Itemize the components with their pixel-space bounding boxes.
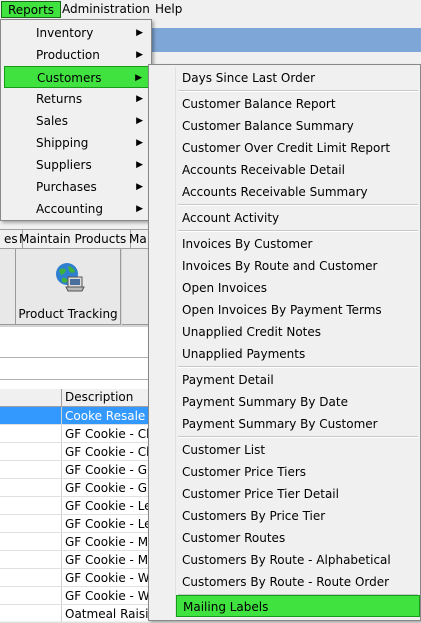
submenu-arrow-icon: ▶: [136, 50, 143, 60]
report-customer-over-credit-limit[interactable]: Customer Over Credit Limit Report: [176, 137, 420, 159]
globe-computer-icon: [56, 263, 85, 292]
toolbar-tile-partial[interactable]: [0, 249, 16, 325]
report-unapplied-payments[interactable]: Unapplied Payments: [176, 343, 420, 365]
table-row[interactable]: Oatmeal Raisin: [0, 605, 150, 623]
reports-dropdown: Inventory ▶ Production ▶ Customers ▶ Return…: [0, 19, 152, 221]
report-customer-balance-report[interactable]: Customer Balance Report: [176, 93, 420, 115]
menu-item-shipping[interactable]: Shipping ▶: [4, 132, 149, 154]
report-unapplied-credit-notes[interactable]: Unapplied Credit Notes: [176, 321, 420, 343]
table-row[interactable]: GF Cookie - Le: [0, 515, 150, 533]
submenu-arrow-icon: ▶: [136, 182, 143, 192]
report-open-invoices[interactable]: Open Invoices: [176, 277, 420, 299]
menu-administration[interactable]: Administration: [56, 1, 156, 18]
table-row[interactable]: Cooke Resale: [0, 407, 150, 425]
submenu-arrow-icon: ▶: [136, 138, 143, 148]
menu-item-purchases[interactable]: Purchases ▶: [4, 176, 149, 198]
report-days-since-last-order[interactable]: Days Since Last Order: [176, 67, 420, 89]
menu-item-production[interactable]: Production ▶: [4, 44, 149, 66]
menu-reports[interactable]: Reports: [1, 1, 62, 18]
grid-header-code[interactable]: [0, 389, 62, 406]
report-customers-by-route-route-order[interactable]: Customers By Route - Route Order: [176, 571, 420, 593]
menu-item-customers[interactable]: Customers ▶: [4, 66, 149, 88]
report-mailing-labels[interactable]: Mailing Labels: [176, 595, 420, 617]
customers-submenu: Days Since Last Order Customer Balance R…: [148, 64, 421, 621]
product-tracking-button[interactable]: Product Tracking: [16, 249, 121, 325]
table-row[interactable]: GF Cookie - Gi: [0, 461, 150, 479]
submenu-arrow-icon: ▶: [136, 94, 143, 104]
report-customer-routes[interactable]: Customer Routes: [176, 527, 420, 549]
menu-separator: [178, 230, 418, 232]
menu-help[interactable]: Help: [149, 1, 188, 18]
report-accounts-receivable-summary[interactable]: Accounts Receivable Summary: [176, 181, 420, 203]
grid-header: Description: [0, 389, 150, 407]
menu-item-returns[interactable]: Returns ▶: [4, 88, 149, 110]
report-account-activity[interactable]: Account Activity: [176, 207, 420, 229]
submenu-arrow-icon: ▶: [136, 28, 143, 38]
submenu-arrow-icon: ▶: [135, 73, 142, 83]
table-row[interactable]: GF Cookie - Wh: [0, 587, 150, 605]
field-divider: [0, 379, 150, 380]
report-customer-price-tier-detail[interactable]: Customer Price Tier Detail: [176, 483, 420, 505]
menu-separator: [178, 436, 418, 438]
table-row[interactable]: GF Cookie - M&: [0, 533, 150, 551]
table-row[interactable]: GF Cookie - Wh: [0, 569, 150, 587]
table-row[interactable]: GF Cookie - Ch: [0, 443, 150, 461]
report-accounts-receivable-detail[interactable]: Accounts Receivable Detail: [176, 159, 420, 181]
report-invoices-by-customer[interactable]: Invoices By Customer: [176, 233, 420, 255]
menu-bar: Reports Administration Help: [0, 0, 421, 19]
table-row[interactable]: GF Cookie - M&: [0, 551, 150, 569]
field-divider: [0, 357, 150, 358]
submenu-arrow-icon: ▶: [136, 160, 143, 170]
table-row[interactable]: GF Cookie - Ch: [0, 425, 150, 443]
report-customer-list[interactable]: Customer List: [176, 439, 420, 461]
table-row[interactable]: GF Cookie - Le: [0, 497, 150, 515]
report-payment-summary-by-customer[interactable]: Payment Summary By Customer: [176, 413, 420, 435]
table-row[interactable]: GF Cookie - Gi: [0, 479, 150, 497]
submenu-arrow-icon: ▶: [136, 204, 143, 214]
grid-header-description[interactable]: Description: [62, 389, 133, 406]
menu-separator: [178, 366, 418, 368]
report-customers-by-route-alphabetical[interactable]: Customers By Route - Alphabetical: [176, 549, 420, 571]
menu-separator: [178, 90, 418, 92]
report-customer-price-tiers[interactable]: Customer Price Tiers: [176, 461, 420, 483]
menu-separator: [178, 204, 418, 206]
product-tracking-label: Product Tracking: [18, 307, 118, 321]
menu-item-suppliers[interactable]: Suppliers ▶: [4, 154, 149, 176]
menu-item-inventory[interactable]: Inventory ▶: [4, 22, 149, 44]
submenu-arrow-icon: ▶: [136, 116, 143, 126]
report-customer-balance-summary[interactable]: Customer Balance Summary: [176, 115, 420, 137]
menu-item-accounting[interactable]: Accounting ▶: [4, 198, 149, 220]
report-payment-detail[interactable]: Payment Detail: [176, 369, 420, 391]
report-payment-summary-by-date[interactable]: Payment Summary By Date: [176, 391, 420, 413]
report-open-invoices-by-payment-terms[interactable]: Open Invoices By Payment Terms: [176, 299, 420, 321]
report-customers-by-price-tier[interactable]: Customers By Price Tier: [176, 505, 420, 527]
report-invoices-by-route-and-customer[interactable]: Invoices By Route and Customer: [176, 255, 420, 277]
menu-item-sales[interactable]: Sales ▶: [4, 110, 149, 132]
tab-maintain-products[interactable]: Maintain Products: [15, 230, 132, 248]
